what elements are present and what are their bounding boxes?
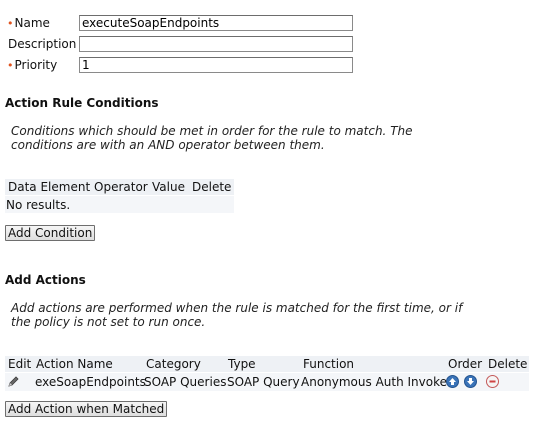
arrow-down-icon[interactable] (464, 375, 477, 388)
minus-circle-icon[interactable] (486, 375, 499, 388)
column-edit[interactable]: Edit (8, 356, 31, 372)
column-category[interactable]: Category (146, 356, 201, 372)
required-marker: • (7, 17, 14, 30)
column-operator[interactable]: Operator (94, 179, 148, 195)
column-type[interactable]: Type (228, 356, 256, 372)
pencil-icon[interactable] (7, 375, 20, 388)
add-condition-button[interactable]: Add Condition (5, 225, 96, 241)
description-input[interactable] (79, 36, 353, 52)
column-order[interactable]: Order (448, 356, 482, 372)
column-data-element[interactable]: Data Element (8, 179, 90, 195)
column-delete[interactable]: Delete (192, 179, 231, 195)
actions-description: Add actions are performed when the rule … (11, 301, 463, 329)
actions-title: Add Actions (5, 273, 86, 287)
actions-grid-header: Edit Action Name Category Type Function … (5, 356, 529, 372)
add-action-when-matched-button[interactable]: Add Action when Matched (5, 401, 168, 417)
description-label: Description (8, 37, 77, 51)
table-row: exeSoapEndpoints SOAP Queries SOAP Query… (5, 373, 529, 391)
conditions-empty-row: No results. (5, 196, 234, 213)
required-marker: • (7, 59, 14, 72)
no-results-text: No results. (6, 198, 71, 212)
action-category: SOAP Queries (144, 375, 227, 389)
arrow-up-icon[interactable] (446, 375, 459, 388)
column-delete[interactable]: Delete (488, 356, 527, 372)
name-label: •Name (7, 16, 50, 30)
name-input[interactable] (79, 15, 353, 31)
conditions-description: Conditions which should be met in order … (11, 124, 413, 152)
column-value[interactable]: Value (152, 179, 185, 195)
priority-label: •Priority (7, 58, 58, 72)
action-function: Anonymous Auth Invoke (301, 375, 447, 389)
action-type: SOAP Query (227, 375, 300, 389)
priority-input[interactable] (79, 57, 353, 73)
conditions-grid-header: Data Element Operator Value Delete (5, 179, 234, 195)
column-function[interactable]: Function (303, 356, 354, 372)
column-action-name[interactable]: Action Name (36, 356, 113, 372)
conditions-title: Action Rule Conditions (5, 96, 159, 110)
action-name: exeSoapEndpoints (35, 375, 146, 389)
